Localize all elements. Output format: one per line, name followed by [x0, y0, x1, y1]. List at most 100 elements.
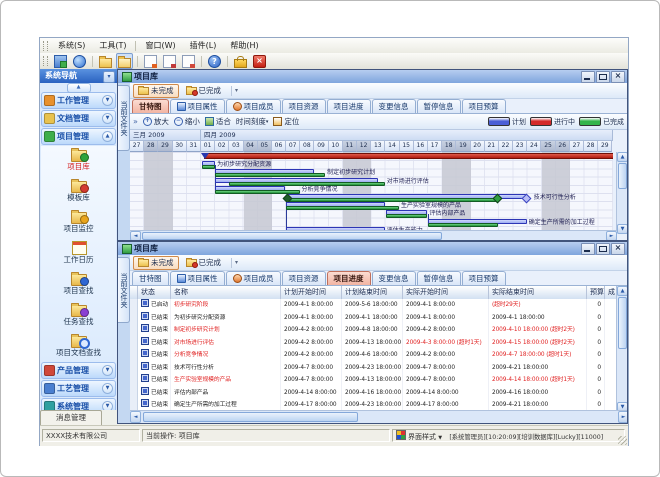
scroll-right-arrow-icon[interactable]: ►: [606, 231, 617, 240]
interface-style-button[interactable]: 界面样式 ▼: [408, 433, 442, 441]
tab-项目属性[interactable]: 项目属性: [170, 271, 225, 285]
scroll-down-arrow-icon[interactable]: ▼: [617, 224, 627, 234]
column-header-实际开始时间[interactable]: 实际开始时间: [403, 286, 489, 299]
row-selector-cell[interactable]: [130, 349, 138, 362]
table-row[interactable]: 已启动初步研究阶段2009-4-1 8:00:002009-5-6 18:00:…: [130, 299, 627, 313]
lock-button[interactable]: [232, 53, 249, 69]
column-header-预算[interactable]: 预算: [587, 286, 605, 299]
scroll-left-arrow-icon[interactable]: ◄: [130, 231, 141, 240]
current-folder-tab[interactable]: 当前文件夹: [118, 257, 130, 323]
chevron-down-icon[interactable]: ▼: [102, 113, 113, 124]
folder-button-已完成[interactable]: 已完成: [181, 256, 227, 270]
sidebar-group-工艺管理[interactable]: 工艺管理▼: [41, 380, 116, 397]
tab-项目进度[interactable]: 项目进度: [327, 271, 371, 285]
actual-bar[interactable]: [428, 223, 498, 227]
tab-项目预算[interactable]: 项目预算: [462, 271, 506, 285]
gantt-horizontal-scrollbar[interactable]: ◄►: [130, 230, 617, 240]
actual-bar[interactable]: [202, 165, 215, 169]
chevron-down-icon[interactable]: ▼: [102, 365, 113, 376]
sidebar-menu-icon[interactable]: ▾: [103, 71, 115, 83]
minimize-button[interactable]: [581, 71, 595, 83]
tab-项目预算[interactable]: 项目预算: [462, 99, 506, 113]
report-mail-button[interactable]: [142, 53, 159, 69]
table-row[interactable]: 已结束技术可行性分析2009-4-7 8:00:002009-4-23 18:0…: [130, 362, 627, 376]
menu-item-5[interactable]: 帮助(H): [223, 38, 265, 53]
row-selector-cell[interactable]: [130, 299, 138, 312]
scroll-right-arrow-icon[interactable]: ►: [618, 411, 627, 423]
column-header-计划开始时间[interactable]: 计划开始时间: [281, 286, 342, 299]
row-selector-cell[interactable]: [130, 362, 138, 375]
tab-项目进度[interactable]: 项目进度: [327, 99, 371, 113]
row-selector-cell[interactable]: [130, 324, 138, 337]
scroll-thumb[interactable]: [618, 297, 627, 349]
chevron-down-icon[interactable]: ▼: [102, 401, 113, 410]
column-header-计划结束时间[interactable]: 计划结束时间: [342, 286, 403, 299]
restore-button[interactable]: [596, 243, 610, 255]
chevron-down-icon[interactable]: ▼: [102, 95, 113, 106]
scroll-up-arrow-icon[interactable]: ▲: [617, 286, 627, 296]
folder-closed-button[interactable]: [97, 53, 114, 69]
sidebar-item-项目查找[interactable]: 项目查找: [41, 270, 116, 300]
tab-变更信息[interactable]: 变更信息: [372, 99, 416, 113]
row-selector-cell[interactable]: [130, 312, 138, 325]
column-header-实际结束时间[interactable]: 实际结束时间: [489, 286, 587, 299]
sidebar-item-项目监控[interactable]: 项目监控: [41, 208, 116, 238]
column-header-selector[interactable]: [130, 286, 138, 299]
current-folder-tab[interactable]: 当前文件夹: [118, 85, 130, 151]
sidebar-item-任务查找[interactable]: 任务查找: [41, 301, 116, 331]
table-horizontal-scrollbar[interactable]: ◄►: [130, 410, 627, 423]
scroll-thumb[interactable]: [618, 163, 627, 189]
expand-chevron-icon[interactable]: »: [133, 117, 138, 126]
table-row[interactable]: 已结束生产实验室规模的产品2009-4-7 8:00:002009-4-13 1…: [130, 374, 627, 388]
tab-项目成员[interactable]: 项目成员: [226, 271, 281, 285]
resize-grip[interactable]: [618, 436, 627, 445]
table-vertical-scrollbar[interactable]: ▲▼: [616, 286, 627, 412]
folder-button-已完成[interactable]: 已完成: [181, 84, 227, 98]
table-row[interactable]: 已结束对市场进行评估2009-4-2 8:00:002009-4-13 18:0…: [130, 337, 627, 351]
tab-message-management[interactable]: 消息管理: [40, 410, 102, 425]
tab-暂停信息[interactable]: 暂停信息: [417, 99, 461, 113]
folder-button-未完成[interactable]: 未完成: [133, 84, 179, 98]
overflow-chevron-icon[interactable]: ▾: [235, 259, 238, 266]
column-header-名称[interactable]: 名称: [171, 286, 281, 299]
sidebar-item-工作日历[interactable]: 工作日历: [41, 239, 116, 269]
tab-项目属性[interactable]: 项目属性: [170, 99, 225, 113]
tab-暂停信息[interactable]: 暂停信息: [417, 271, 461, 285]
network-button[interactable]: [52, 53, 69, 69]
menu-item-1[interactable]: 系统(S): [51, 38, 92, 53]
gantt-tool-时间刻度[interactable]: 时间刻度 ▾: [236, 116, 269, 127]
panel-title-bar[interactable]: 项目库: [118, 70, 627, 83]
gantt-vertical-scrollbar[interactable]: ▲▼: [616, 152, 627, 234]
menu-item-2[interactable]: 工具(T): [92, 38, 133, 53]
sidebar-item-模板库[interactable]: 模板库: [41, 177, 116, 207]
table-row[interactable]: 已结束为初步研究分配资源2009-4-1 8:00:002009-4-1 18:…: [130, 312, 627, 326]
scroll-thumb[interactable]: [142, 232, 442, 240]
gantt-tool-适合[interactable]: 适合: [205, 116, 231, 127]
scroll-up-arrow-icon[interactable]: ▲: [617, 152, 627, 162]
sidebar-group-文档管理[interactable]: 文档管理▼: [41, 110, 116, 127]
table-row[interactable]: 已结束制定初步研究计划2009-4-2 8:00:002009-4-8 18:0…: [130, 324, 627, 338]
help-button[interactable]: [206, 53, 223, 69]
report-chart-button[interactable]: [161, 53, 178, 69]
sidebar-group-工作管理[interactable]: 工作管理▼: [41, 92, 116, 109]
tab-变更信息[interactable]: 变更信息: [372, 271, 416, 285]
menu-item-3[interactable]: 窗口(W): [138, 38, 182, 53]
globe-button[interactable]: [71, 53, 88, 69]
row-selector-cell[interactable]: [130, 374, 138, 387]
summary-bar[interactable]: [204, 153, 613, 159]
tab-项目资源[interactable]: 项目资源: [282, 99, 326, 113]
minimize-button[interactable]: [581, 243, 595, 255]
close-button[interactable]: [611, 71, 625, 83]
panel-title-bar[interactable]: 项目库: [118, 242, 627, 255]
gantt-tool-放大[interactable]: +放大: [143, 116, 169, 127]
sidebar-group-项目管理[interactable]: 项目管理▲: [41, 128, 116, 145]
restore-button[interactable]: [596, 71, 610, 83]
actual-bar[interactable]: [215, 173, 325, 177]
chevron-down-icon[interactable]: ▼: [102, 383, 113, 394]
menu-item-4[interactable]: 插件(L): [183, 38, 224, 53]
sidebar-group-系统管理[interactable]: 系统管理▼: [41, 398, 116, 410]
row-selector-cell[interactable]: [130, 387, 138, 400]
scroll-up-button[interactable]: ▲: [67, 83, 91, 93]
folder-button-未完成[interactable]: 未完成: [133, 256, 179, 270]
overflow-chevron-icon[interactable]: ▾: [235, 87, 238, 94]
